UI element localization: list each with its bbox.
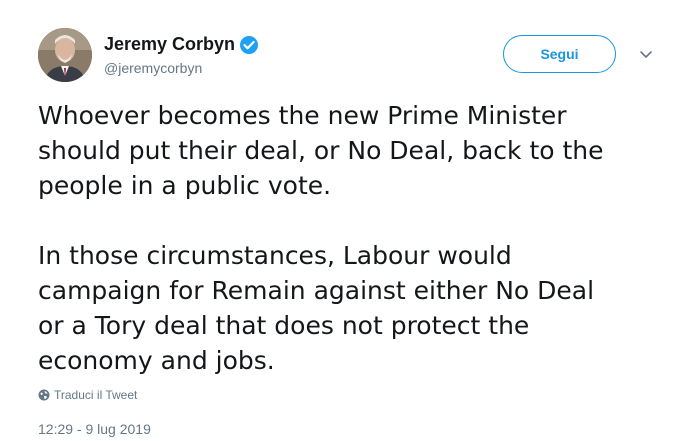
author-display-name[interactable]: Jeremy Corbyn — [104, 34, 235, 55]
tweet-card: Jeremy Corbyn @jeremycorbyn Segui Whoeve… — [0, 0, 680, 441]
follow-button[interactable]: Segui — [503, 35, 616, 73]
tweet-text: Whoever becomes the new Prime Minister s… — [38, 98, 668, 378]
translate-label: Traduci il Tweet — [54, 388, 138, 402]
avatar-image — [38, 28, 92, 82]
verified-badge-icon — [239, 35, 259, 55]
avatar[interactable] — [38, 28, 92, 82]
tweet-timestamp[interactable]: 12:29 - 9 lug 2019 — [38, 421, 151, 437]
tweet-paragraph: In those circumstances, Labour would cam… — [38, 241, 595, 375]
globe-icon — [38, 389, 50, 401]
tweet-paragraph: Whoever becomes the new Prime Minister s… — [38, 101, 604, 200]
tweet-header: Jeremy Corbyn @jeremycorbyn Segui — [38, 28, 663, 84]
translate-tweet-link[interactable]: Traduci il Tweet — [38, 388, 137, 402]
author-handle[interactable]: @jeremycorbyn — [104, 60, 259, 76]
author-names: Jeremy Corbyn @jeremycorbyn — [104, 34, 259, 76]
chevron-down-icon[interactable] — [636, 44, 656, 64]
